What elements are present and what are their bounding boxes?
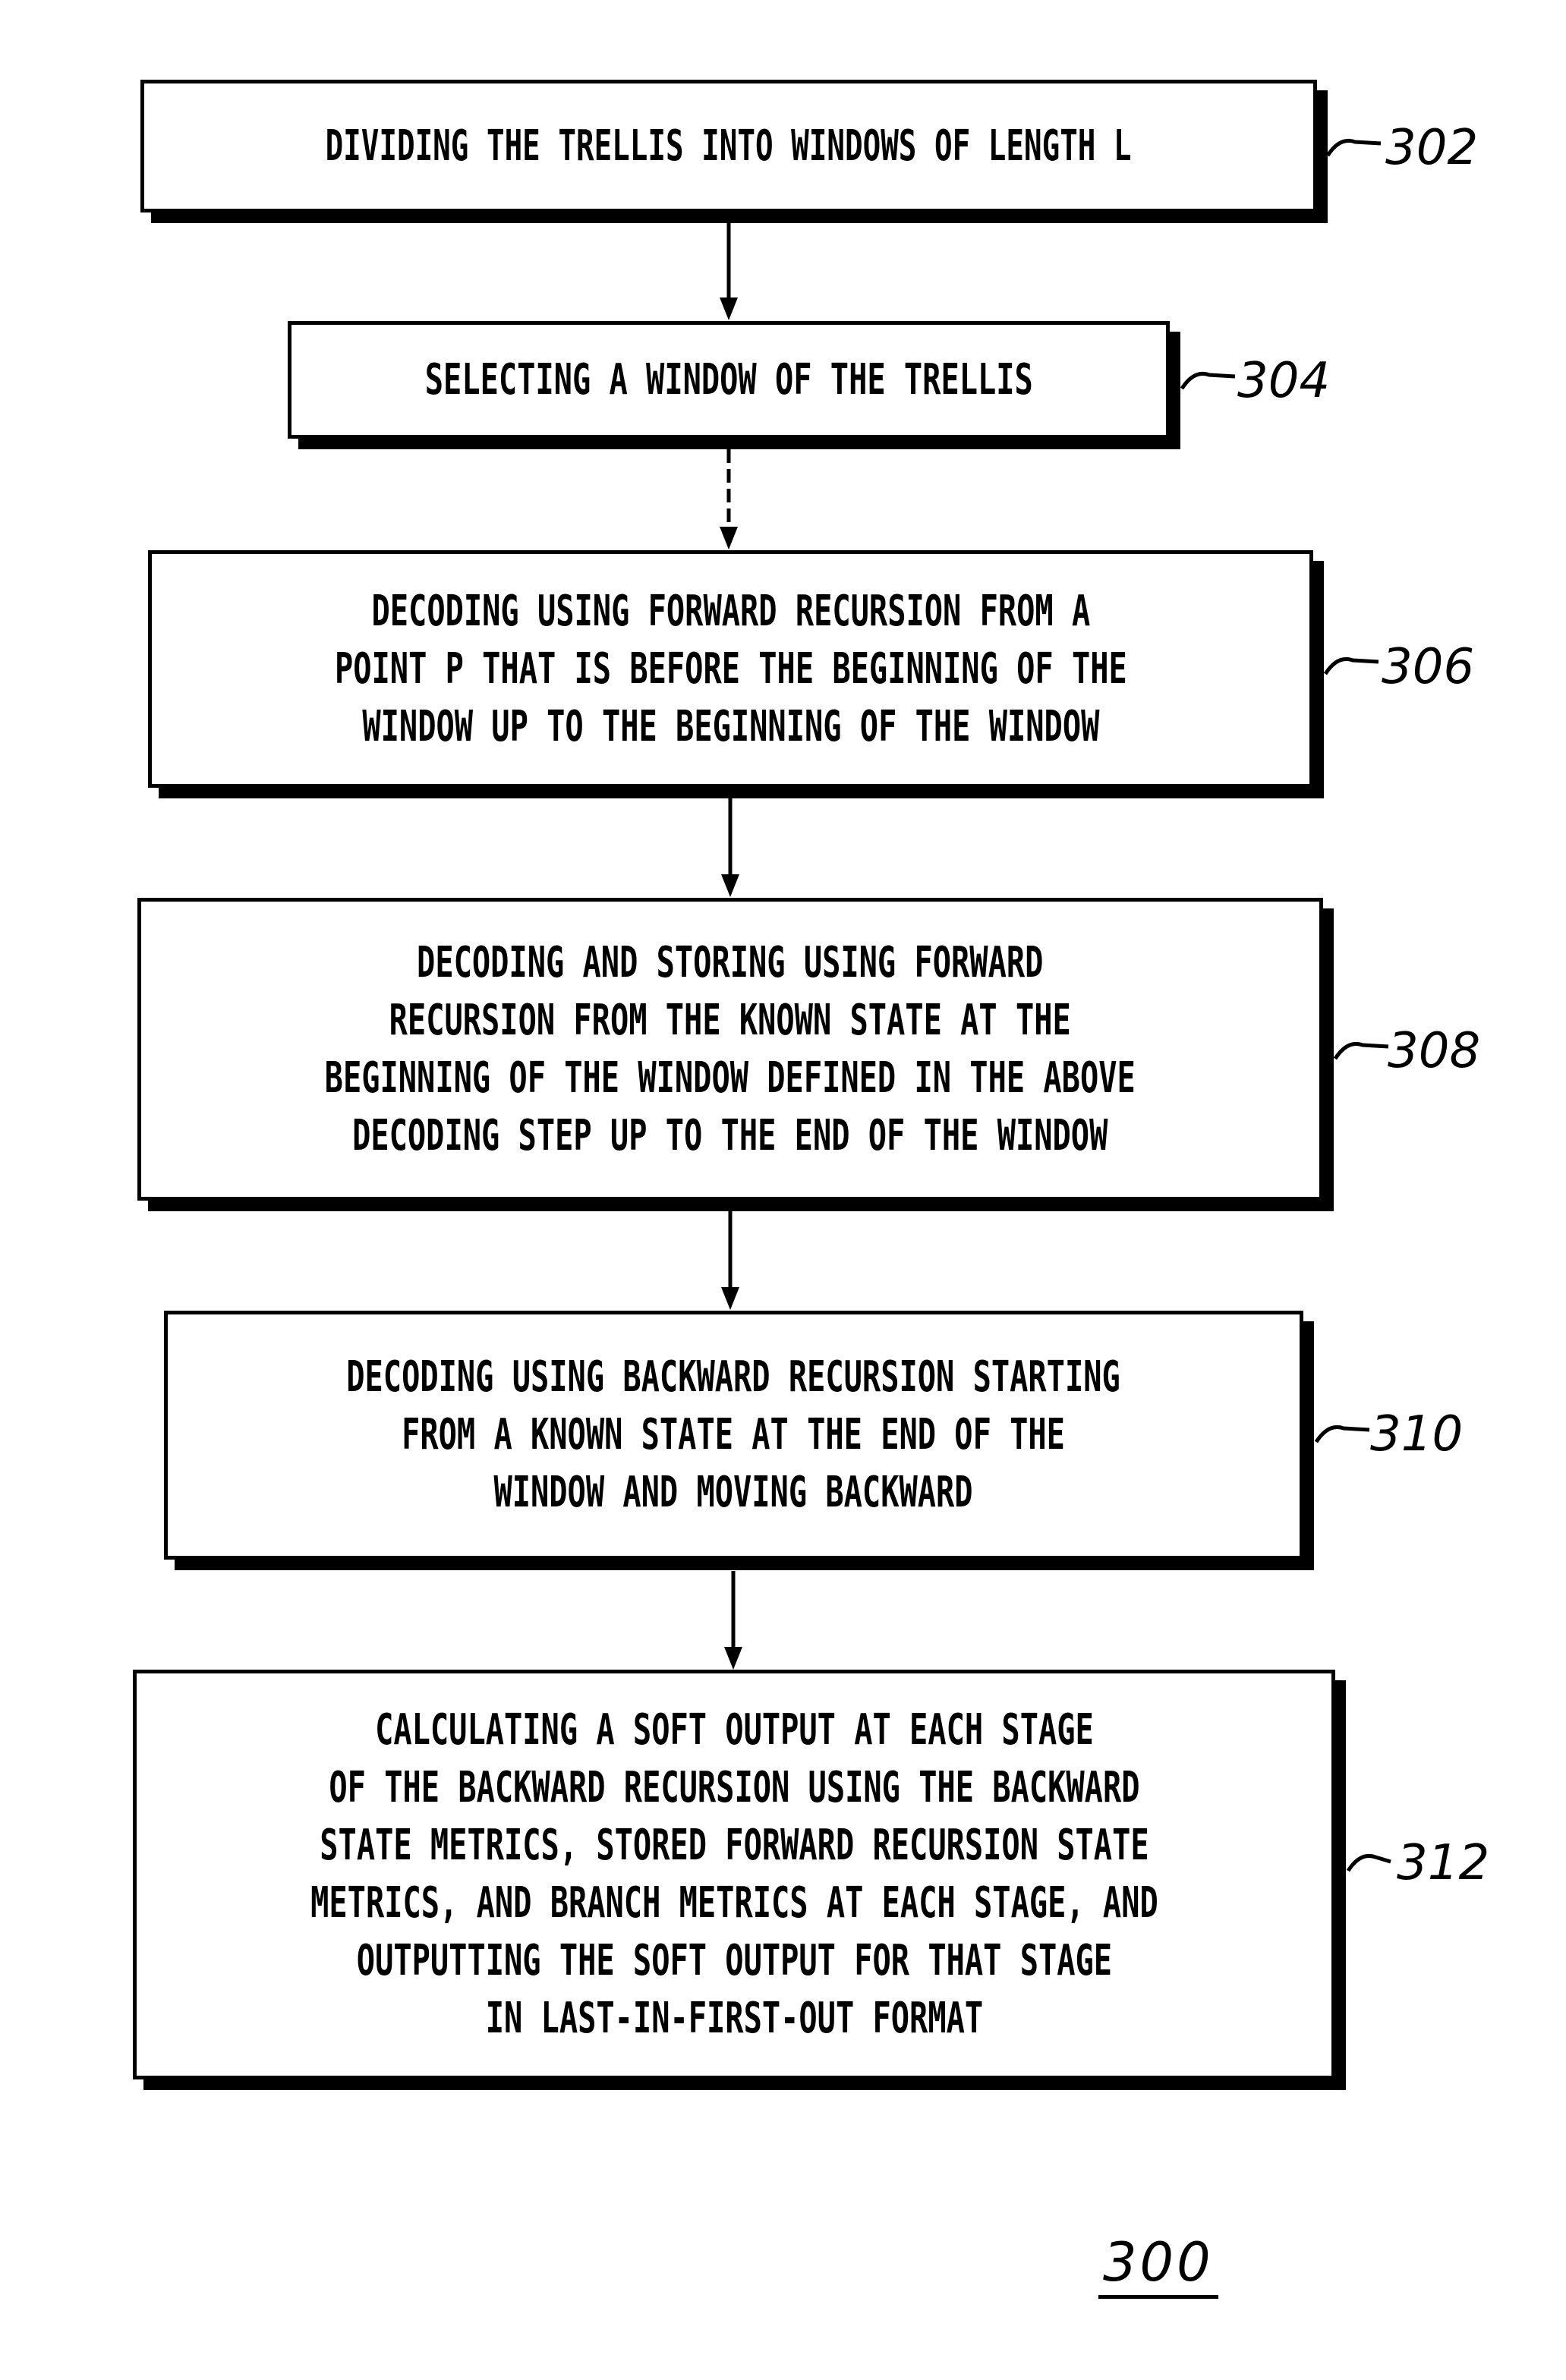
step-text-302: DIVIDING THE TRELLIS INTO WINDOWS OF LEN… — [325, 121, 1133, 171]
step-text-306: DECODING USING FORWARD RECURSION FROM A … — [334, 586, 1127, 751]
ref-number-304: 304 — [1237, 353, 1331, 409]
step-text-308: DECODING AND STORING USING FORWARD RECUR… — [324, 937, 1136, 1160]
step-box-304: SELECTING A WINDOW OF THE TRELLIS — [288, 321, 1170, 439]
step-text-304: SELECTING A WINDOW OF THE TRELLIS — [424, 354, 1033, 405]
step-box-306: DECODING USING FORWARD RECURSION FROM A … — [148, 550, 1313, 788]
figure-label: 300 — [1098, 2231, 1218, 2299]
flow-arrow-302-304 — [720, 222, 738, 320]
ref-number-308: 308 — [1388, 1023, 1481, 1079]
leader-line-304 — [1180, 372, 1236, 390]
leader-line-302 — [1325, 139, 1382, 157]
leader-line-306 — [1323, 657, 1379, 675]
step-box-302: DIVIDING THE TRELLIS INTO WINDOWS OF LEN… — [140, 80, 1317, 212]
step-box-310: DECODING USING BACKWARD RECURSION STARTI… — [164, 1311, 1303, 1560]
ref-number-306: 306 — [1382, 639, 1475, 695]
ref-number-312: 312 — [1397, 1835, 1490, 1891]
leader-line-310 — [1314, 1425, 1370, 1443]
ref-number-310: 310 — [1370, 1406, 1464, 1462]
flow-arrow-308-310 — [721, 1211, 739, 1310]
flow-arrow-306-308 — [721, 798, 739, 897]
flow-arrow-310-312 — [724, 1571, 742, 1670]
step-box-312: CALCULATING A SOFT OUTPUT AT EACH STAGE … — [133, 1670, 1335, 2079]
leader-line-308 — [1333, 1042, 1389, 1060]
ref-number-302: 302 — [1385, 120, 1479, 176]
step-text-312: CALCULATING A SOFT OUTPUT AT EACH STAGE … — [310, 1705, 1158, 2043]
flow-arrow-304-306 — [720, 449, 738, 549]
step-box-308: DECODING AND STORING USING FORWARD RECUR… — [137, 898, 1323, 1201]
step-text-310: DECODING USING BACKWARD RECURSION STARTI… — [346, 1352, 1121, 1517]
